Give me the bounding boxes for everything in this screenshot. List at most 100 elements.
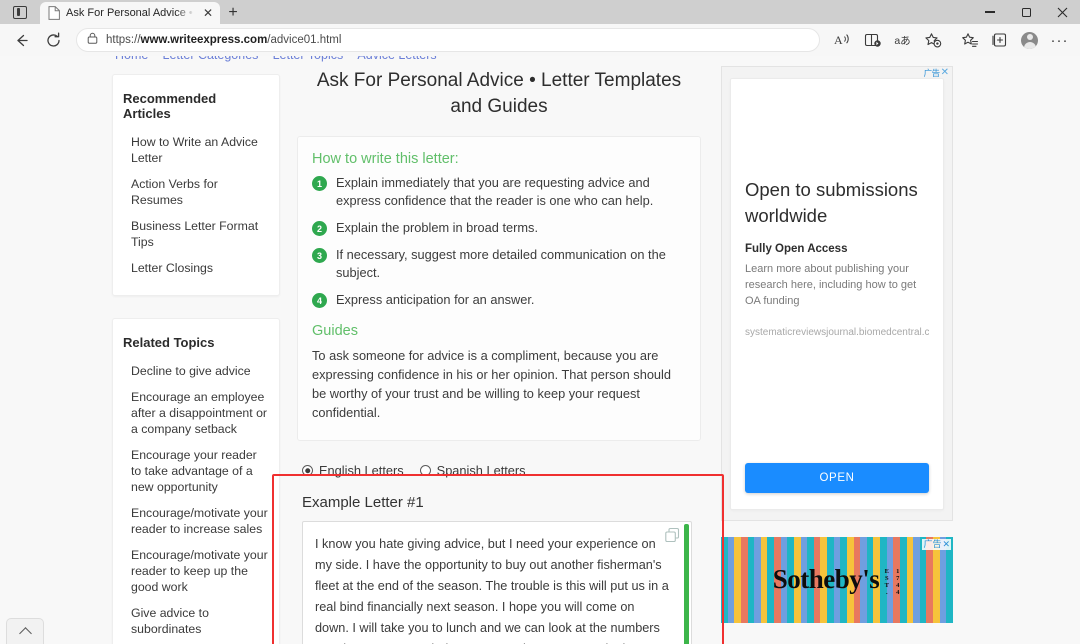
ad-domain: systematicreviewsjournal.biomedcentral.c… [745, 327, 929, 338]
back-button[interactable] [6, 26, 36, 54]
how-to-step: 1 Explain immediately that you are reque… [312, 174, 684, 210]
breadcrumb-item-home[interactable]: Home [115, 56, 148, 62]
how-to-write-heading: How to write this letter: [312, 151, 459, 167]
settings-menu-icon[interactable]: ··· [1045, 27, 1074, 53]
page-title: Ask For Personal Advice • Letter Templat… [316, 70, 682, 117]
banner-est-year: 1744 [894, 567, 902, 596]
step-number-badge: 4 [312, 293, 327, 308]
banner-brand: Sotheby's EST. 1744 [721, 564, 953, 596]
window-minimize-button[interactable] [972, 0, 1008, 24]
svg-text:A: A [834, 33, 843, 47]
step-text: Explain immediately that you are request… [336, 175, 654, 208]
breadcrumb-separator: · [148, 56, 162, 62]
step-number-badge: 3 [312, 248, 327, 263]
window-close-button[interactable] [1044, 0, 1080, 24]
sidebar-item-action-verbs-for-resumes[interactable]: Action Verbs for Resumes [123, 171, 269, 213]
related-topics-list: Decline to give advice Encourage an empl… [113, 358, 279, 644]
step-text: Express anticipation for an answer. [336, 292, 535, 307]
letter-scrollbar[interactable] [684, 524, 689, 644]
ad-card[interactable]: Open to submissions worldwide Fully Open… [730, 78, 944, 510]
step-text: If necessary, suggest more detailed comm… [336, 247, 666, 280]
ad-subheadline: Fully Open Access [745, 243, 848, 255]
window-maximize-button[interactable] [1008, 0, 1044, 24]
radio-spanish-indicator[interactable] [419, 465, 431, 476]
breadcrumb-item-advice-letters[interactable]: Advice Letters [357, 56, 436, 62]
how-to-step: 3 If necessary, suggest more detailed co… [312, 246, 684, 282]
breadcrumb-item-letter-categories[interactable]: Letter Categories [163, 56, 259, 62]
example-letter-1-text: I know you hate giving advice, but I nee… [315, 537, 669, 644]
browser-window: Ask For Personal Advice • WriteE ✕ + htt… [0, 0, 1080, 644]
sidebar-item-give-advice-to-subordinates[interactable]: Give advice to subordinates [123, 600, 269, 642]
step-number-badge: 1 [312, 176, 327, 191]
favorites-icon[interactable] [955, 27, 984, 53]
sidebar-item-how-to-write-an-advice-letter[interactable]: How to Write an Advice Letter [123, 129, 269, 171]
chevron-up-icon [18, 627, 32, 640]
sidebar-item-business-letter-format-tips[interactable]: Business Letter Format Tips [123, 213, 269, 255]
sidebar-item-encourage-keep-up-good-work[interactable]: Encourage/motivate your reader to keep u… [123, 542, 269, 600]
how-to-write-card: How to write this letter: 1 Explain imme… [297, 136, 701, 441]
recommended-articles-title: Recommended Articles [123, 91, 217, 121]
address-bar-url: https://www.writeexpress.com/advice01.ht… [106, 34, 342, 46]
ad-image-placeholder [745, 93, 929, 177]
example-letter-1-box[interactable]: I know you hate giving advice, but I nee… [302, 521, 692, 644]
banner-est-label: EST. [883, 567, 891, 596]
translate-icon[interactable]: aあ [888, 27, 917, 53]
radio-english-letters[interactable]: English Letters [302, 463, 404, 478]
example-letter-1-heading: Example Letter #1 [302, 494, 424, 511]
breadcrumb-item-letter-topics[interactable]: Letter Topics [273, 56, 344, 62]
refresh-button[interactable] [38, 26, 68, 54]
browser-titlebar: Ask For Personal Advice • WriteE ✕ + [0, 0, 1080, 24]
window-controls [972, 0, 1080, 24]
new-tab-button[interactable]: + [220, 2, 246, 24]
sidebar: Recommended Articles How to Write an Adv… [112, 74, 280, 644]
tab-close-icon[interactable]: ✕ [200, 5, 216, 21]
address-bar[interactable]: https://www.writeexpress.com/advice01.ht… [76, 28, 820, 52]
avatar [1021, 31, 1038, 49]
browser-tab[interactable]: Ask For Personal Advice • WriteE ✕ [40, 2, 220, 24]
copy-icon[interactable] [664, 527, 681, 544]
breadcrumb: Home·Letter Categories·Letter Topics·Adv… [115, 56, 437, 62]
banner-ad[interactable]: Sotheby's EST. 1744 广告 ✕ [721, 537, 953, 623]
add-favorite-icon[interactable] [918, 27, 947, 53]
page-viewport: Home·Letter Categories·Letter Topics·Adv… [0, 56, 1080, 644]
profile-button[interactable] [1015, 27, 1044, 53]
banner-ad-badge-label: 广告 [923, 539, 942, 549]
ad-close-icon[interactable]: ✕ [941, 68, 949, 78]
recommended-articles-card: Recommended Articles How to Write an Adv… [112, 74, 280, 296]
sidebar-item-letter-closings[interactable]: Letter Closings [123, 255, 269, 281]
sidebar-item-encourage-take-advantage[interactable]: Encourage your reader to take advantage … [123, 442, 269, 500]
step-number-badge: 2 [312, 221, 327, 236]
browser-toolbar-icons: A aあ ··· [828, 27, 1074, 53]
browser-tab-title: Ask For Personal Advice • WriteE [66, 7, 194, 19]
recommended-articles-list: How to Write an Advice Letter Action Ver… [113, 129, 279, 295]
immersive-reader-icon[interactable] [858, 27, 887, 53]
sidebar-item-encourage-increase-sales[interactable]: Encourage/motivate your reader to increa… [123, 500, 269, 542]
ad-headline: Open to submissions worldwide [745, 179, 918, 226]
read-aloud-icon[interactable]: A [828, 27, 857, 53]
page-favicon-icon [48, 6, 60, 20]
breadcrumb-separator: · [258, 56, 272, 62]
radio-spanish-label: Spanish Letters [436, 463, 526, 478]
sidebar-item-encourage-an-employee[interactable]: Encourage an employee after a disappoint… [123, 384, 269, 442]
scroll-to-top-button[interactable] [6, 618, 44, 644]
ad-open-button[interactable]: OPEN [745, 463, 929, 493]
step-text: Explain the problem in broad terms. [336, 220, 539, 235]
radio-english-label: English Letters [319, 463, 404, 478]
related-topics-title: Related Topics [123, 335, 215, 350]
how-to-step: 4 Express anticipation for an answer. [312, 291, 684, 309]
radio-english-indicator[interactable] [302, 465, 313, 476]
breadcrumb-separator: · [343, 56, 357, 62]
how-to-step: 2 Explain the problem in broad terms. [312, 219, 684, 237]
radio-spanish-letters[interactable]: Spanish Letters [419, 463, 526, 478]
sidebar-item-decline-to-give-advice[interactable]: Decline to give advice [123, 358, 269, 384]
banner-ad-badge[interactable]: 广告 ✕ [922, 539, 951, 550]
banner-ad-close-icon[interactable]: ✕ [942, 539, 950, 550]
vertical-tabs-button[interactable] [0, 0, 40, 24]
vertical-tabs-icon [13, 5, 27, 19]
guides-text: To ask someone for advice is a complimen… [312, 348, 672, 420]
main-ad-unit: 广告 ✕ Open to submissions worldwide Fully… [721, 66, 953, 521]
ad-badge[interactable]: 广告 ✕ [924, 68, 949, 78]
guides-heading: Guides [312, 323, 358, 339]
collections-icon[interactable] [985, 27, 1014, 53]
ad-column: 广告 ✕ Open to submissions worldwide Fully… [721, 66, 953, 623]
